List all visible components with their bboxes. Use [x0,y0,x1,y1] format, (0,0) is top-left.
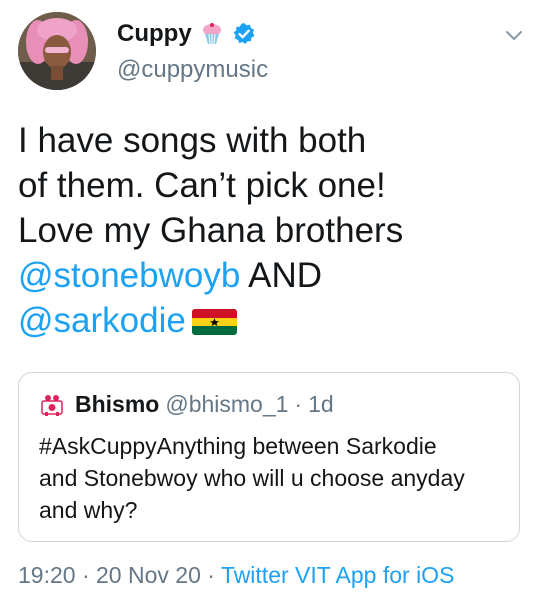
quoted-tweet-text: #AskCuppyAnything between Sarkodie and S… [39,430,509,526]
quoted-tweet-card[interactable]: Bhismo @bhismo_1 · 1d #AskCuppyAnything … [18,372,520,542]
author-avatar[interactable] [18,12,96,90]
tweet-source-link[interactable]: Twitter VIT App for iOS [221,562,455,588]
tweet-text: I have songs with both of them. Can’t pi… [18,118,523,343]
mention-link[interactable]: @stonebwoyb [18,256,240,295]
chevron-down-icon[interactable] [503,24,525,46]
tweet-line: of them. Can’t pick one! [18,166,386,205]
quoted-tweet-line: #AskCuppyAnything between Sarkodie [39,433,437,459]
tweet-date[interactable]: 20 Nov 20 [96,562,201,588]
tweet-line: Love my Ghana brothers [18,211,404,250]
quoted-author-handle: @bhismo_1 [165,391,289,417]
tweet-metadata: 19:20 · 20 Nov 20 · Twitter VIT App for … [18,562,454,589]
quoted-author-avatar[interactable] [39,392,65,418]
author-name-row: Cuppy [117,18,256,50]
quoted-tweet-time: 1d [308,391,334,417]
tweet-line: I have songs with both [18,121,367,160]
author-handle[interactable]: @cuppymusic [117,56,268,84]
verified-badge-icon [232,22,256,46]
avatar-photo [18,12,96,90]
tweet-time[interactable]: 19:20 [18,562,76,588]
quoted-tweet-header: Bhismo @bhismo_1 · 1d [39,391,334,418]
ghana-flag-icon [191,301,237,335]
tweet-line: @stonebwoyb AND [18,253,523,298]
separator-dot: · [207,562,215,588]
separator-dot: · [294,391,303,417]
quoted-author-name: Bhismo [75,391,160,417]
author-display-name[interactable]: Cuppy [117,20,192,48]
mention-link[interactable]: @sarkodie [18,301,186,340]
quoted-tweet-line: and Stonebwoy who will u choose anyday [39,465,465,491]
tweet-line: @sarkodie [18,298,523,343]
quoted-tweet-line: and why? [39,497,138,523]
tweet-and-text: AND [248,256,323,295]
separator-dot: · [81,562,90,588]
cupcake-icon [200,22,224,46]
